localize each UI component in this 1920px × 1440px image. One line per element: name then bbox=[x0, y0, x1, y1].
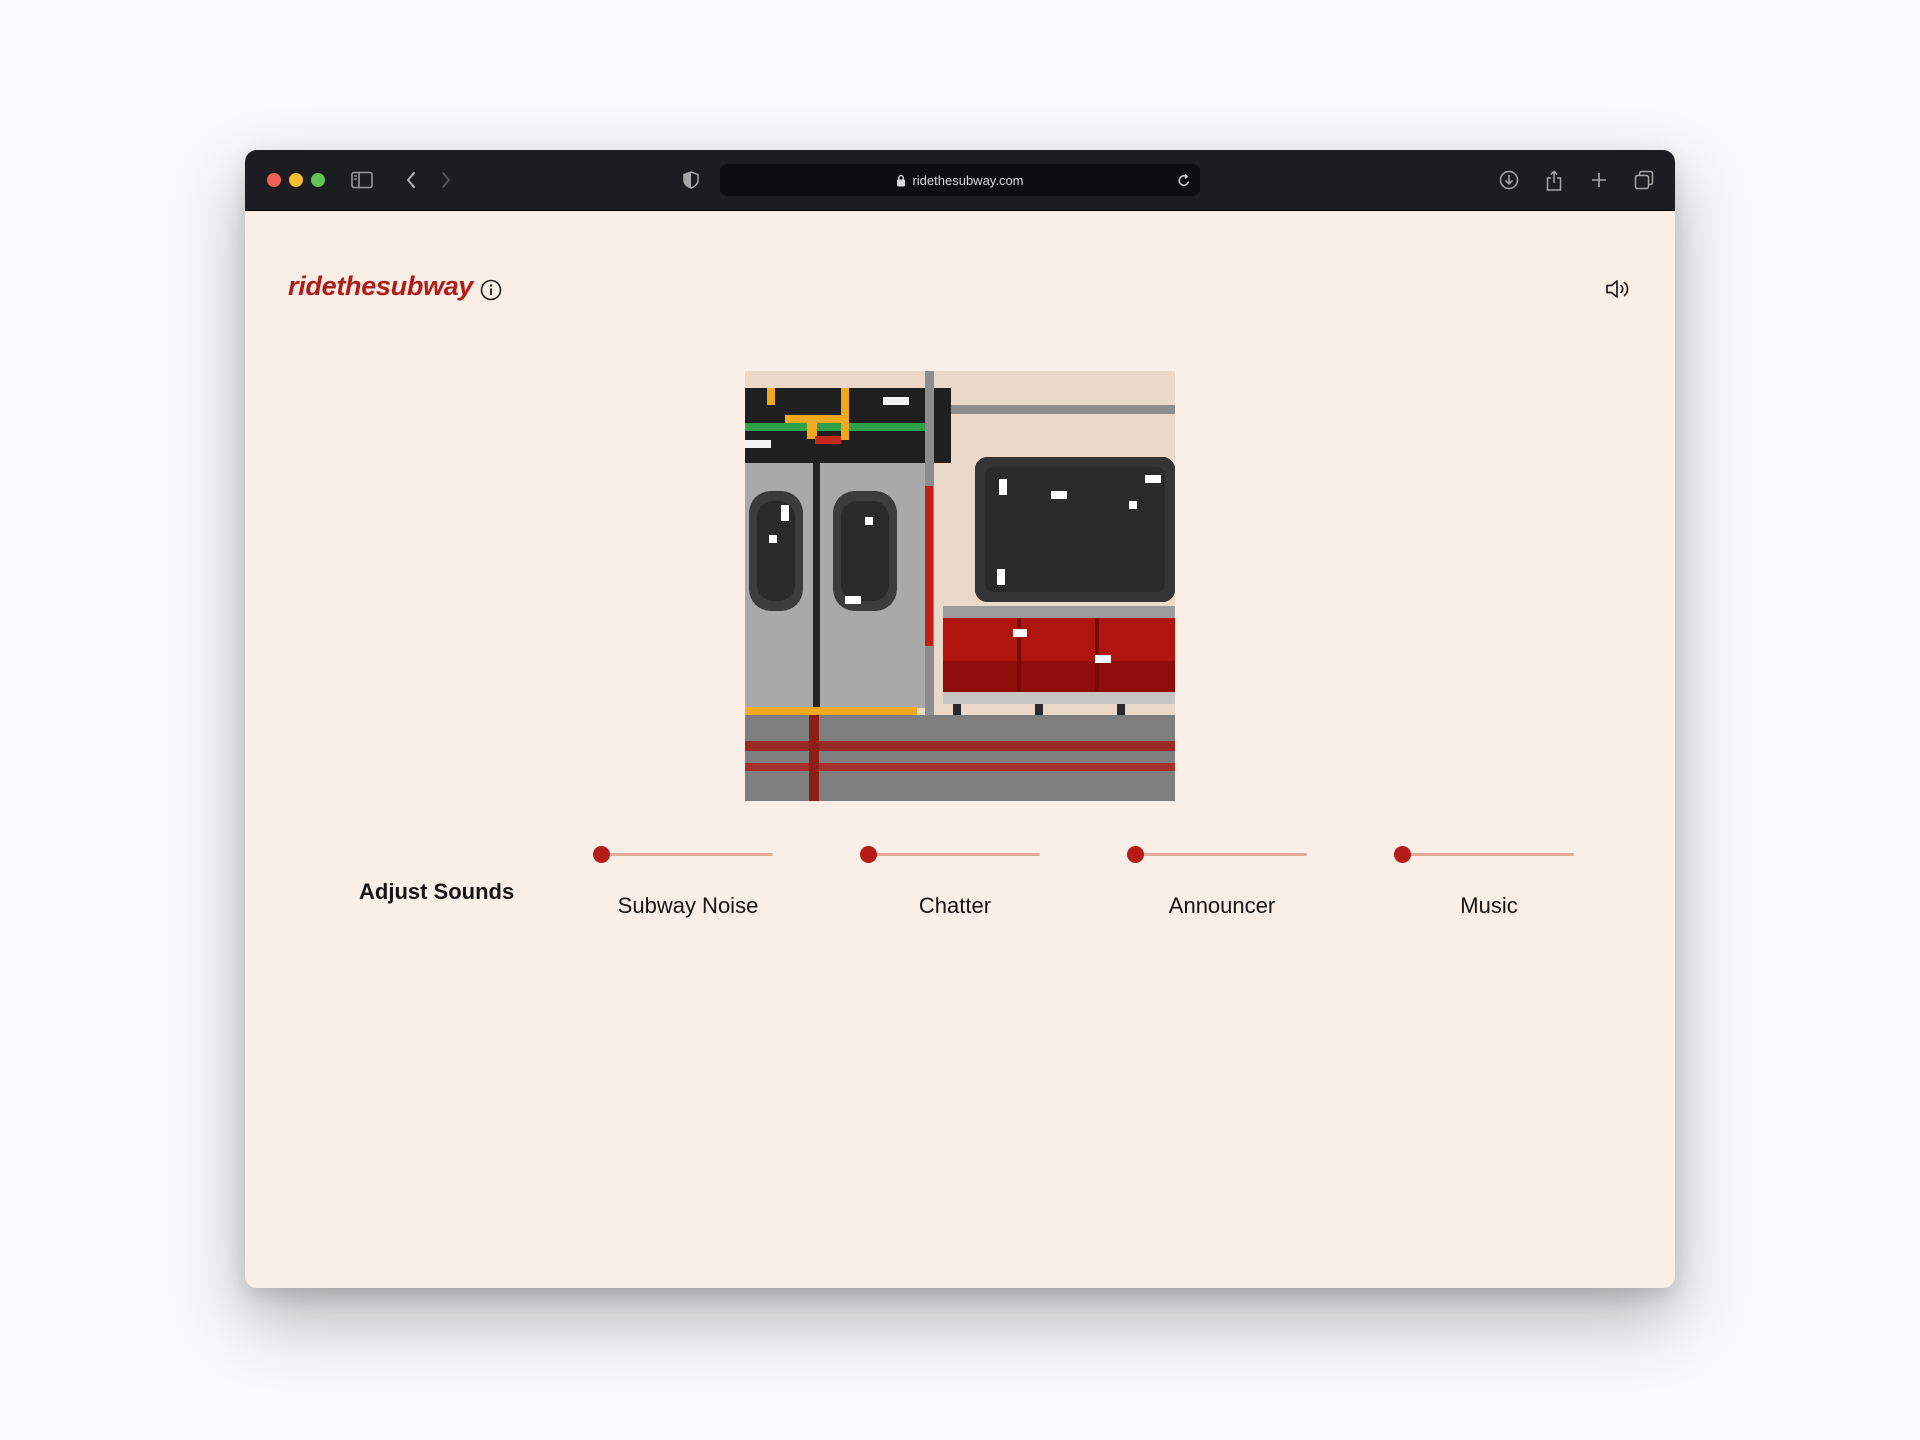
slider-music[interactable]: Music bbox=[1394, 843, 1584, 923]
slider-thumb[interactable] bbox=[593, 846, 610, 863]
browser-window: ridethesubway.com ridethesubway Adjust S… bbox=[245, 150, 1675, 1288]
subway-car-illustration bbox=[745, 371, 1175, 801]
slider-track[interactable] bbox=[1127, 853, 1307, 856]
slider-label: Subway Noise bbox=[617, 893, 759, 918]
slider-subway-noise[interactable]: Subway Noise bbox=[593, 843, 783, 923]
brand-logo[interactable]: ridethesubway bbox=[288, 271, 473, 302]
slider-track[interactable] bbox=[593, 853, 773, 856]
reload-icon[interactable] bbox=[1170, 166, 1198, 194]
slider-track[interactable] bbox=[1394, 853, 1574, 856]
slider-label: Announcer bbox=[1168, 893, 1276, 918]
slider-label: Music bbox=[1460, 893, 1518, 918]
zoom-window-button[interactable] bbox=[311, 173, 325, 187]
slider-track[interactable] bbox=[860, 853, 1040, 856]
chevron-right-icon[interactable] bbox=[432, 166, 460, 194]
info-icon[interactable] bbox=[480, 279, 502, 306]
sidebar-icon[interactable] bbox=[348, 166, 376, 194]
plus-icon[interactable] bbox=[1585, 166, 1613, 194]
shield-icon[interactable] bbox=[677, 166, 705, 194]
close-window-button[interactable] bbox=[267, 173, 281, 187]
speaker-icon[interactable] bbox=[1605, 278, 1633, 305]
slider-announcer[interactable]: Announcer bbox=[1127, 843, 1317, 923]
share-icon[interactable] bbox=[1540, 166, 1568, 194]
page: ridethesubway Adjust Sounds Subway Noise… bbox=[245, 211, 1675, 1288]
slider-thumb[interactable] bbox=[860, 846, 877, 863]
tab-overview-icon[interactable] bbox=[1630, 166, 1658, 194]
chevron-left-icon[interactable] bbox=[397, 166, 425, 194]
url-text: ridethesubway.com bbox=[912, 172, 1024, 188]
slider-label: Chatter bbox=[918, 893, 992, 918]
slider-thumb[interactable] bbox=[1394, 846, 1411, 863]
download-icon[interactable] bbox=[1495, 166, 1523, 194]
slider-thumb[interactable] bbox=[1127, 846, 1144, 863]
slider-chatter[interactable]: Chatter bbox=[860, 843, 1050, 923]
address-bar[interactable]: ridethesubway.com bbox=[720, 164, 1200, 196]
adjust-sounds-label: Adjust Sounds bbox=[359, 879, 515, 904]
minimize-window-button[interactable] bbox=[289, 173, 303, 187]
lock-icon bbox=[896, 174, 906, 187]
browser-toolbar: ridethesubway.com bbox=[245, 150, 1675, 211]
